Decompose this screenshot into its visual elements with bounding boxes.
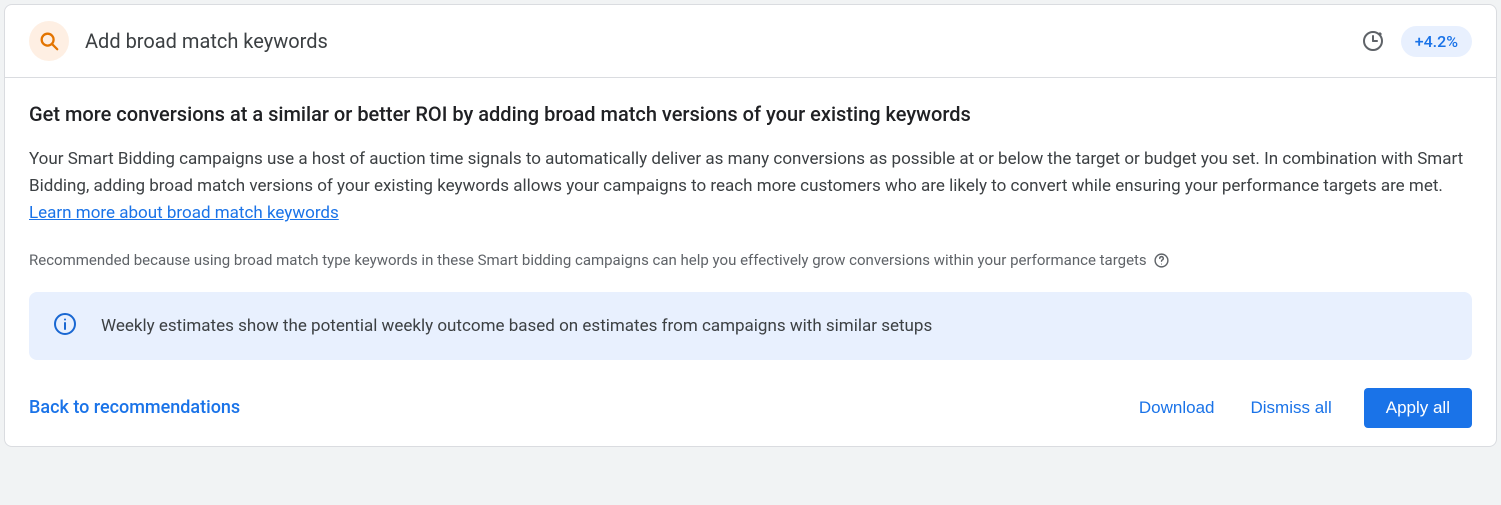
card-body: Get more conversions at a similar or bet… <box>5 78 1496 380</box>
card-footer: Back to recommendations Download Dismiss… <box>5 380 1496 446</box>
info-banner: Weekly estimates show the potential week… <box>29 292 1472 360</box>
description-text: Your Smart Bidding campaigns use a host … <box>29 149 1463 196</box>
info-banner-text: Weekly estimates show the potential week… <box>101 316 932 336</box>
card-subtitle: Get more conversions at a similar or bet… <box>29 102 1472 126</box>
help-icon[interactable] <box>1153 252 1170 269</box>
download-button[interactable]: Download <box>1135 390 1219 426</box>
learn-more-link[interactable]: Learn more about broad match keywords <box>29 203 339 223</box>
back-link[interactable]: Back to recommendations <box>29 397 240 418</box>
card-title: Add broad match keywords <box>85 29 1345 53</box>
apply-all-button[interactable]: Apply all <box>1364 388 1472 428</box>
search-icon <box>29 21 69 61</box>
score-uplift-badge: +4.2% <box>1401 26 1472 57</box>
card-description: Your Smart Bidding campaigns use a host … <box>29 146 1472 228</box>
card-header: Add broad match keywords +4.2% <box>5 5 1496 78</box>
recommendation-card: Add broad match keywords +4.2% Get more … <box>4 4 1497 447</box>
dismiss-all-button[interactable]: Dismiss all <box>1247 390 1336 426</box>
reason-text: Recommended because using broad match ty… <box>29 251 1147 269</box>
auto-apply-icon[interactable] <box>1361 29 1385 53</box>
info-icon <box>53 312 77 340</box>
reason-block: Recommended because using broad match ty… <box>29 248 1472 272</box>
